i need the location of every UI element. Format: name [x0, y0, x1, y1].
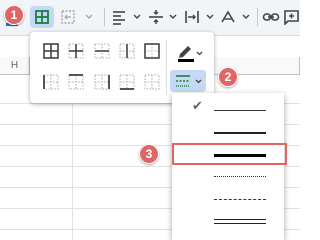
column-header-h[interactable]: H: [0, 57, 30, 75]
column-header-label: H: [10, 60, 19, 71]
popup-separator: [166, 40, 167, 95]
pencil-icon: [178, 46, 203, 62]
text-rotation-button[interactable]: [219, 6, 255, 28]
all-borders-icon: [43, 43, 59, 59]
horizontal-borders-button[interactable]: [94, 43, 110, 59]
selection-highlight-box: [172, 143, 287, 165]
step-number: 1: [10, 8, 18, 22]
borders-icon: [35, 10, 49, 24]
line-style-dotted[interactable]: [172, 166, 284, 188]
line-style-dashed[interactable]: [172, 189, 284, 211]
outer-borders-button[interactable]: [144, 43, 160, 59]
line-style-double[interactable]: [172, 212, 284, 234]
step-badge-1: 1: [4, 5, 24, 25]
right-border-icon: [94, 74, 110, 90]
horizontal-borders-icon: [94, 43, 110, 59]
step-number: 3: [145, 147, 153, 161]
horizontal-align-icon: [113, 11, 141, 25]
vertical-align-icon: [149, 10, 177, 24]
all-borders-button[interactable]: [43, 43, 59, 59]
line-style-medium[interactable]: [172, 121, 284, 143]
insert-comment-icon: [284, 10, 299, 25]
border-color-button[interactable]: [176, 42, 204, 62]
toolbar: [0, 0, 300, 36]
left-border-button[interactable]: [43, 74, 59, 90]
vertical-borders-icon: [119, 43, 135, 59]
check-icon: ✔: [192, 98, 203, 113]
step-badge-3: 3: [139, 144, 159, 164]
text-wrap-button[interactable]: [183, 6, 219, 28]
merge-cells-button[interactable]: [60, 6, 96, 28]
dashed-line-sample: [214, 199, 266, 200]
inner-borders-button[interactable]: [68, 43, 84, 59]
border-style-button[interactable]: [170, 70, 206, 92]
horizontal-align-button[interactable]: [110, 6, 146, 28]
vertical-borders-button[interactable]: [119, 43, 135, 59]
text-wrap-icon: [185, 11, 214, 23]
text-rotation-icon: [221, 10, 250, 23]
double-line-sample: [214, 219, 266, 224]
line-style-dropdown: ✔: [172, 93, 284, 240]
merge-cells-icon: [61, 10, 93, 24]
top-border-button[interactable]: [68, 74, 84, 90]
top-border-icon: [68, 74, 84, 90]
step-badge-2: 2: [218, 67, 238, 87]
vertical-align-button[interactable]: [146, 6, 182, 28]
left-border-icon: [43, 74, 59, 90]
inner-borders-icon: [68, 43, 84, 59]
insert-link-icon: [262, 13, 280, 21]
toolbar-separator: [104, 8, 105, 26]
border-style-icon: [176, 75, 202, 87]
medium-line-sample: [214, 132, 266, 134]
thin-line-sample: [214, 110, 266, 111]
insert-link-button[interactable]: [261, 6, 281, 28]
clear-borders-button[interactable]: [144, 74, 160, 90]
outer-borders-icon: [144, 43, 160, 59]
toolbar-separator: [257, 8, 258, 26]
line-style-thin[interactable]: ✔: [172, 96, 284, 118]
bottom-border-button[interactable]: [119, 74, 135, 90]
bottom-border-icon: [119, 74, 135, 90]
clear-borders-icon: [144, 74, 160, 90]
insert-comment-button[interactable]: [283, 6, 300, 28]
right-border-button[interactable]: [94, 74, 110, 90]
borders-button[interactable]: [30, 6, 54, 28]
dotted-line-sample: [214, 176, 266, 177]
step-number: 2: [224, 70, 232, 84]
